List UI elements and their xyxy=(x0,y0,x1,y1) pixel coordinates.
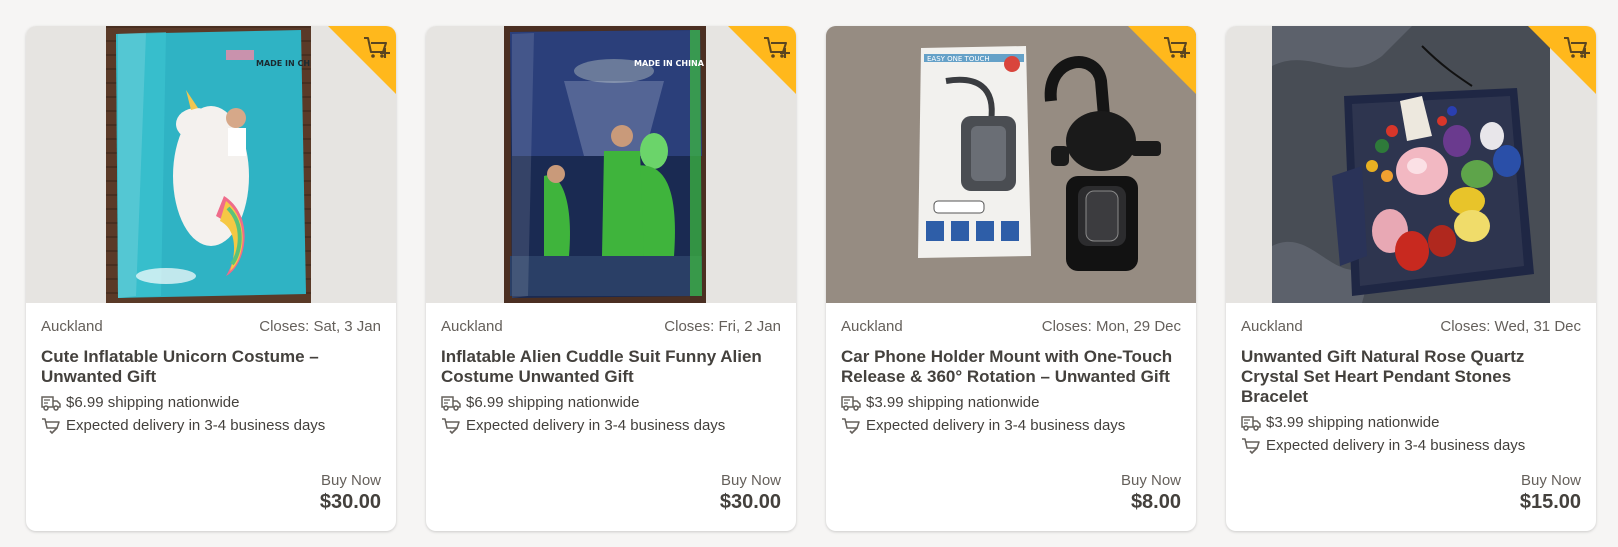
shipping-text: $3.99 shipping nationwide xyxy=(1266,414,1440,431)
delivery-truck-icon xyxy=(41,394,61,412)
listing-title[interactable]: Cute Inflatable Unicorn Costume – Unwant… xyxy=(41,347,381,387)
listing-image-area[interactable]: EASY ONE TOUCH xyxy=(826,26,1196,303)
delivery-text: Expected delivery in 3-4 business days xyxy=(466,417,726,434)
listing-close-date: Closes: Sat, 3 Jan xyxy=(259,318,381,335)
shipping-text: $3.99 shipping nationwide xyxy=(866,394,1040,411)
listing-image-area[interactable]: MADE IN CHINA xyxy=(426,26,796,303)
delivery-truck-icon xyxy=(841,394,861,412)
add-to-cart-icon[interactable] xyxy=(328,26,396,94)
bracket-box-text: EASY ONE TOUCH xyxy=(927,55,990,63)
cart-check-icon xyxy=(841,417,861,435)
listing-card[interactable]: MADE IN CHINA Auckland Closes: Sat, 3 Ja… xyxy=(26,26,396,531)
shipping-text: $6.99 shipping nationwide xyxy=(66,394,240,411)
price-label: Buy Now xyxy=(1520,472,1581,489)
delivery-truck-icon xyxy=(1241,414,1261,432)
listing-close-date: Closes: Fri, 2 Jan xyxy=(664,318,781,335)
made-in-china-text: MADE IN CHINA xyxy=(634,59,705,68)
delivery-text: Expected delivery in 3-4 business days xyxy=(1266,437,1526,454)
add-to-cart-icon[interactable] xyxy=(1128,26,1196,94)
listing-price: $8.00 xyxy=(1130,491,1181,513)
add-to-cart-icon[interactable] xyxy=(728,26,796,94)
price-label: Buy Now xyxy=(720,472,781,489)
cart-check-icon xyxy=(41,417,61,435)
made-in-china-text: MADE IN CHINA xyxy=(256,59,311,68)
listing-price: $30.00 xyxy=(719,491,781,513)
listing-close-date: Closes: Wed, 31 Dec xyxy=(1440,318,1581,335)
cart-check-icon xyxy=(441,417,461,435)
price-label: Buy Now xyxy=(320,472,381,489)
shipping-text: $6.99 shipping nationwide xyxy=(466,394,640,411)
listing-photo[interactable]: MADE IN CHINA xyxy=(504,26,706,303)
listing-grid: MADE IN CHINA Auckland Closes: Sat, 3 Ja… xyxy=(26,26,1596,531)
add-to-cart-icon[interactable] xyxy=(1528,26,1596,94)
listing-location: Auckland xyxy=(441,318,503,335)
delivery-text: Expected delivery in 3-4 business days xyxy=(866,417,1126,434)
listing-close-date: Closes: Mon, 29 Dec xyxy=(1041,318,1181,335)
listing-title[interactable]: Inflatable Alien Cuddle Suit Funny Alien… xyxy=(441,347,781,387)
delivery-truck-icon xyxy=(441,394,461,412)
price-label: Buy Now xyxy=(1120,472,1181,489)
listing-image-area[interactable]: MADE IN CHINA xyxy=(26,26,396,303)
delivery-text: Expected delivery in 3-4 business days xyxy=(66,417,326,434)
listing-price: $30.00 xyxy=(319,491,381,513)
listing-photo[interactable]: MADE IN CHINA xyxy=(106,26,311,303)
cart-check-icon xyxy=(1241,437,1261,455)
listing-price: $15.00 xyxy=(1519,491,1581,513)
listing-title[interactable]: Car Phone Holder Mount with One-Touch Re… xyxy=(841,347,1181,387)
listing-card[interactable]: MADE IN CHINA Auckland Closes: Fri, 2 Ja… xyxy=(426,26,796,531)
listing-photo[interactable] xyxy=(1272,26,1550,303)
listing-title[interactable]: Unwanted Gift Natural Rose Quartz Crysta… xyxy=(1241,347,1581,407)
listing-image-area[interactable] xyxy=(1226,26,1596,303)
listing-location: Auckland xyxy=(41,318,103,335)
listing-location: Auckland xyxy=(841,318,903,335)
listing-location: Auckland xyxy=(1241,318,1303,335)
listing-card[interactable]: EASY ONE TOUCH Auckland Closes: Mon, 29 … xyxy=(826,26,1196,531)
listing-card[interactable]: Auckland Closes: Wed, 31 Dec Unwanted Gi… xyxy=(1226,26,1596,531)
